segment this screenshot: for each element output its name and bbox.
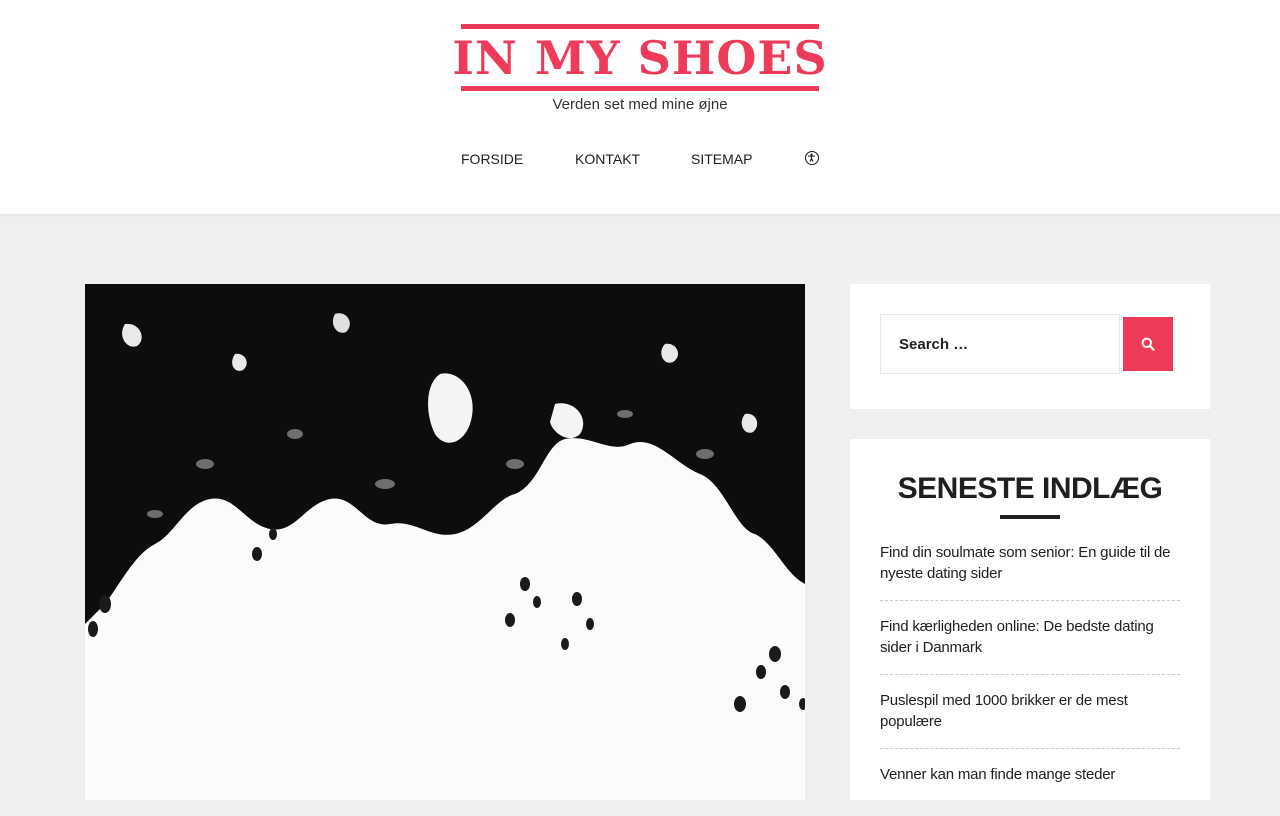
list-item: Venner kan man finde mange steder (880, 764, 1180, 801)
list-item: Find kærligheden online: De bedste datin… (880, 616, 1180, 675)
post-link[interactable]: Venner kan man finde mange steder (880, 766, 1115, 783)
accessibility-icon[interactable] (805, 151, 819, 165)
featured-image[interactable] (85, 284, 805, 800)
search-widget (850, 284, 1210, 409)
post-link[interactable]: Find din soulmate som senior: En guide t… (880, 544, 1171, 582)
post-link[interactable]: Find kærligheden online: De bedste datin… (880, 618, 1154, 656)
search-input[interactable] (880, 314, 1120, 374)
nav-item-sitemap[interactable]: SITEMAP (691, 149, 752, 169)
list-item: Puslespil med 1000 brikker er de mest po… (880, 690, 1180, 749)
nav-item-forside[interactable]: FORSIDE (461, 149, 523, 169)
tree-leaves-photo (85, 284, 805, 800)
recent-posts-title: SENESTE INDLÆG (897, 472, 1163, 505)
list-item: Find din soulmate som senior: En guide t… (880, 542, 1180, 601)
nav-item-kontakt[interactable]: KONTAKT (575, 149, 640, 169)
site-header: IN MY SHOES Verden set med mine øjne FOR… (0, 0, 1280, 214)
search-button[interactable] (1123, 317, 1173, 371)
main-navigation: FORSIDE KONTAKT SITEMAP (461, 149, 821, 171)
site-tagline: Verden set med mine øjne (552, 96, 728, 113)
site-logo[interactable]: IN MY SHOES (452, 24, 827, 91)
search-icon (1141, 337, 1155, 351)
post-link[interactable]: Puslespil med 1000 brikker er de mest po… (880, 692, 1128, 730)
recent-posts-list: Find din soulmate som senior: En guide t… (880, 542, 1180, 816)
recent-posts-widget: SENESTE INDLÆG Find din soulmate som sen… (850, 439, 1210, 800)
site-title: IN MY SHOES (452, 30, 828, 85)
title-underline (1000, 515, 1060, 519)
